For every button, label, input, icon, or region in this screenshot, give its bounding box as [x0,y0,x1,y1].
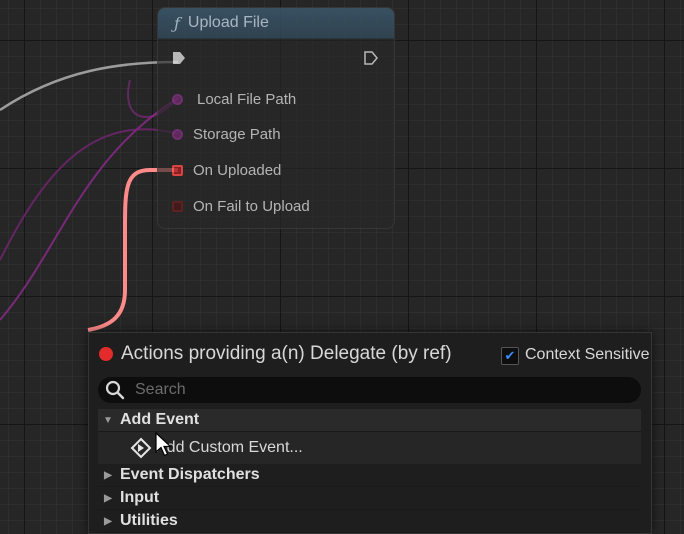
node-header[interactable]: ƒ Upload File [158,8,394,39]
pin-label: On Fail to Upload [193,198,310,215]
data-pin-icon [172,94,183,105]
action-tree: ▼ Add Event Add Custom Event... ▶ Event … [98,409,641,533]
delegate-pin-icon [172,201,183,212]
chevron-right-icon[interactable]: ▶ [100,493,116,504]
node-title: Upload File [187,14,269,31]
search-input[interactable] [133,380,617,400]
action-item-label: Add Custom Event... [156,439,303,456]
function-icon: ƒ [174,13,180,33]
custom-event-icon [130,437,152,459]
delegate-pin-icon [172,165,183,176]
exec-out-pin-icon[interactable] [364,51,378,65]
category-add-event[interactable]: ▼ Add Event [98,409,641,432]
context-sensitive-checkbox[interactable]: ✔ [501,347,519,365]
context-sensitive-label[interactable]: Context Sensitive [525,346,651,364]
menu-title: Actions providing a(n) Delegate (by ref) [121,343,452,364]
pin-label: Storage Path [193,126,281,143]
exec-in-pin-icon[interactable] [172,51,186,65]
search-box[interactable] [98,377,641,403]
record-dot-icon [99,347,113,361]
pin-label: Local File Path [197,91,297,108]
category-label: Utilities [120,512,178,529]
category-label: Input [120,489,160,506]
pin-label: On Uploaded [193,162,282,179]
search-icon [105,380,125,400]
category-event-dispatchers[interactable]: ▶ Event Dispatchers [98,464,641,487]
category-label: Add Event [120,411,200,428]
exec-wire [0,60,179,112]
pin-local-file-path[interactable]: Local File Path [172,91,296,108]
pin-on-uploaded[interactable]: On Uploaded [172,162,281,179]
chevron-right-icon[interactable]: ▶ [100,516,116,527]
category-input[interactable]: ▶ Input [98,487,641,510]
category-label: Event Dispatchers [120,466,260,483]
pin-on-fail-to-upload[interactable]: On Fail to Upload [172,198,310,215]
chevron-down-icon[interactable]: ▼ [100,415,116,426]
mouse-cursor-icon [155,432,173,457]
purple-wire [0,97,179,321]
purple-wire [0,128,179,261]
upload-file-node[interactable]: ƒ Upload File Local File Path Storage Pa… [157,7,395,229]
data-pin-icon [172,129,183,140]
pin-storage-path[interactable]: Storage Path [172,126,281,143]
chevron-right-icon[interactable]: ▶ [100,470,116,481]
action-item-add-custom-event[interactable]: Add Custom Event... [98,432,641,464]
exec-row [158,39,394,71]
